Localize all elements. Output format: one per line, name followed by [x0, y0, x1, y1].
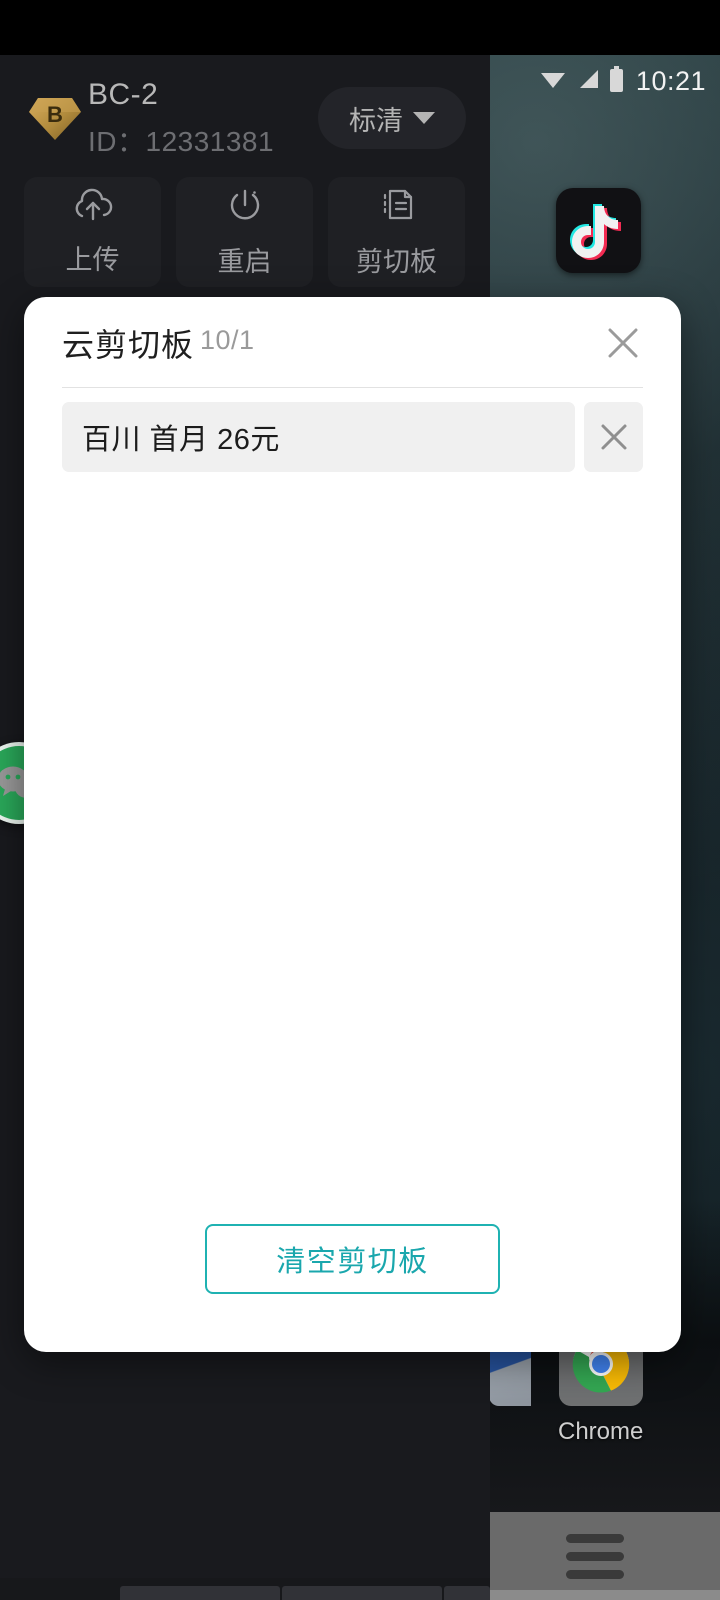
system-bottom-bar	[0, 1578, 490, 1600]
device-header: B BC-2 ID：12331381 标清	[0, 78, 490, 170]
upload-button[interactable]: 上传	[24, 177, 161, 287]
tiktok-app-tile[interactable]	[556, 188, 641, 273]
chrome-app-label: Chrome	[558, 1418, 644, 1445]
wifi-icon	[539, 68, 567, 95]
status-bar: 10:21	[490, 55, 720, 107]
bottom-bar-segment[interactable]	[120, 1586, 280, 1600]
status-bar-clock: 10:21	[635, 65, 706, 96]
device-logo-icon: B	[24, 86, 86, 148]
power-restart-icon	[225, 186, 265, 231]
overlay-menu-panel[interactable]	[490, 1512, 720, 1600]
dialog-title: 云剪切板	[62, 327, 195, 363]
dialog-divider	[62, 387, 643, 388]
close-icon[interactable]	[595, 315, 651, 371]
upload-button-label: 上传	[65, 244, 120, 275]
clipboard-button-label: 剪切板	[356, 246, 437, 277]
battery-icon	[609, 65, 624, 97]
overlay-panel-footer	[490, 1590, 720, 1600]
device-action-row: 上传 重启 剪切板	[24, 177, 466, 287]
partial-app-label	[489, 1436, 515, 1470]
clipboard-button[interactable]: 剪切板	[328, 177, 465, 287]
cellular-signal-icon	[576, 68, 600, 95]
hamburger-menu-icon[interactable]	[566, 1534, 624, 1579]
dialog-header: 云剪切板 10/1	[24, 297, 681, 385]
dialog-count-badge: 10/1	[200, 325, 255, 355]
device-name: BC-2	[88, 78, 159, 111]
tiktok-app-icon[interactable]	[556, 188, 641, 273]
clipboard-item-list: 百川 首月 26元	[24, 402, 681, 486]
device-id: ID：12331381	[88, 126, 275, 157]
quality-selector[interactable]: 标清	[318, 87, 466, 149]
svg-text:B: B	[47, 102, 63, 127]
delete-icon[interactable]	[584, 402, 643, 472]
bottom-bar-segment[interactable]	[444, 1586, 490, 1600]
quality-selector-label: 标清	[349, 105, 403, 136]
clipboard-item-text[interactable]: 百川 首月 26元	[62, 402, 575, 472]
restart-button-label: 重启	[217, 246, 272, 277]
chevron-down-icon	[413, 112, 435, 124]
bottom-bar-segment[interactable]	[282, 1586, 442, 1600]
cloud-clipboard-dialog: 云剪切板 10/1 百川 首月 26元 清空剪切板	[24, 297, 681, 1352]
clipboard-copy-icon	[377, 186, 417, 231]
screen-root: 10:21 Chrome B BC-2 ID：12331381 标清 上传 重启…	[0, 0, 720, 1600]
list-item: 百川 首月 26元	[24, 402, 681, 472]
restart-button[interactable]: 重启	[176, 177, 313, 287]
clear-clipboard-button[interactable]: 清空剪切板	[205, 1224, 500, 1294]
cloud-upload-icon	[71, 188, 115, 229]
